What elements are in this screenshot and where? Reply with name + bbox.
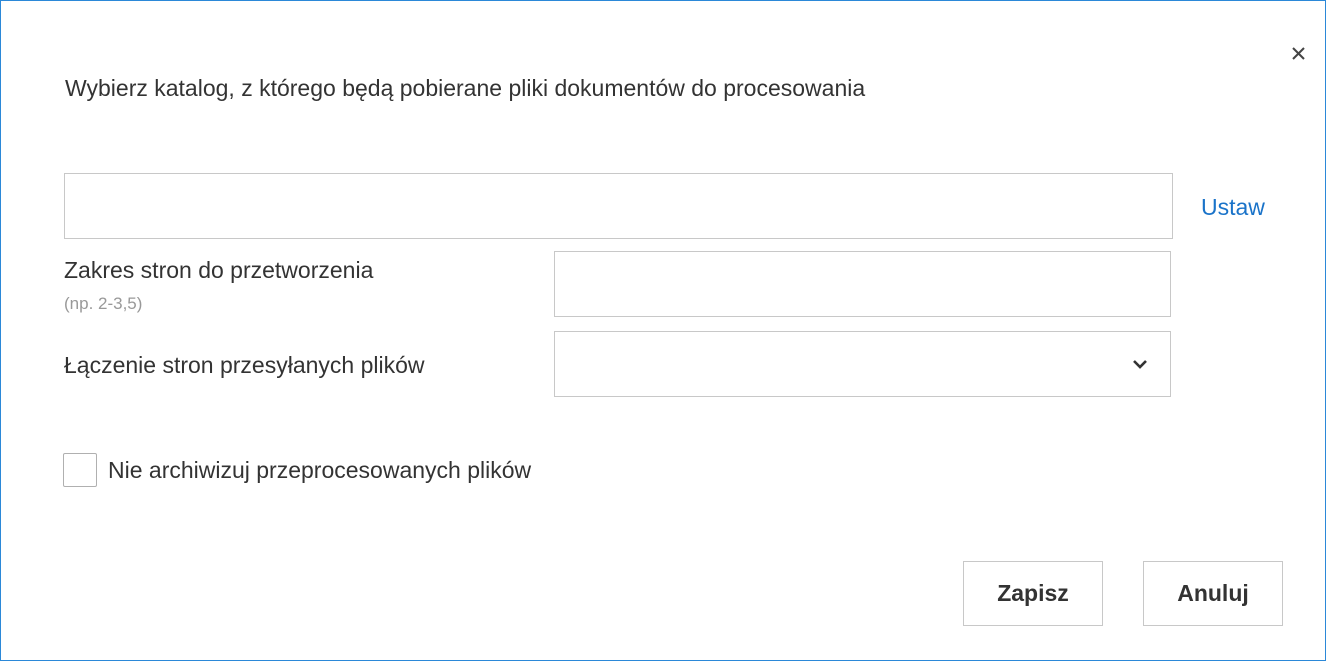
merge-pages-select[interactable]: [554, 331, 1171, 397]
close-button[interactable]: [1285, 39, 1313, 67]
folder-path-input[interactable]: [64, 173, 1173, 239]
merge-pages-label: Łączenie stron przesyłanych plików: [64, 352, 425, 378]
page-range-hint: (np. 2-3,5): [64, 294, 143, 313]
close-icon: [1292, 47, 1305, 60]
dialog: Wybierz katalog, z którego będą pobieran…: [0, 0, 1326, 661]
save-button[interactable]: Zapisz: [963, 561, 1103, 626]
no-archive-label[interactable]: Nie archiwizuj przeprocesowanych plików: [108, 457, 531, 484]
cancel-button[interactable]: Anuluj: [1143, 561, 1283, 626]
no-archive-checkbox[interactable]: [63, 453, 97, 487]
dialog-title: Wybierz katalog, z którego będą pobieran…: [65, 75, 866, 101]
set-folder-link[interactable]: Ustaw: [1201, 194, 1265, 221]
chevron-down-icon: [1133, 360, 1147, 369]
page-range-input[interactable]: [554, 251, 1171, 317]
page-range-label: Zakres stron do przetworzenia: [64, 257, 374, 283]
